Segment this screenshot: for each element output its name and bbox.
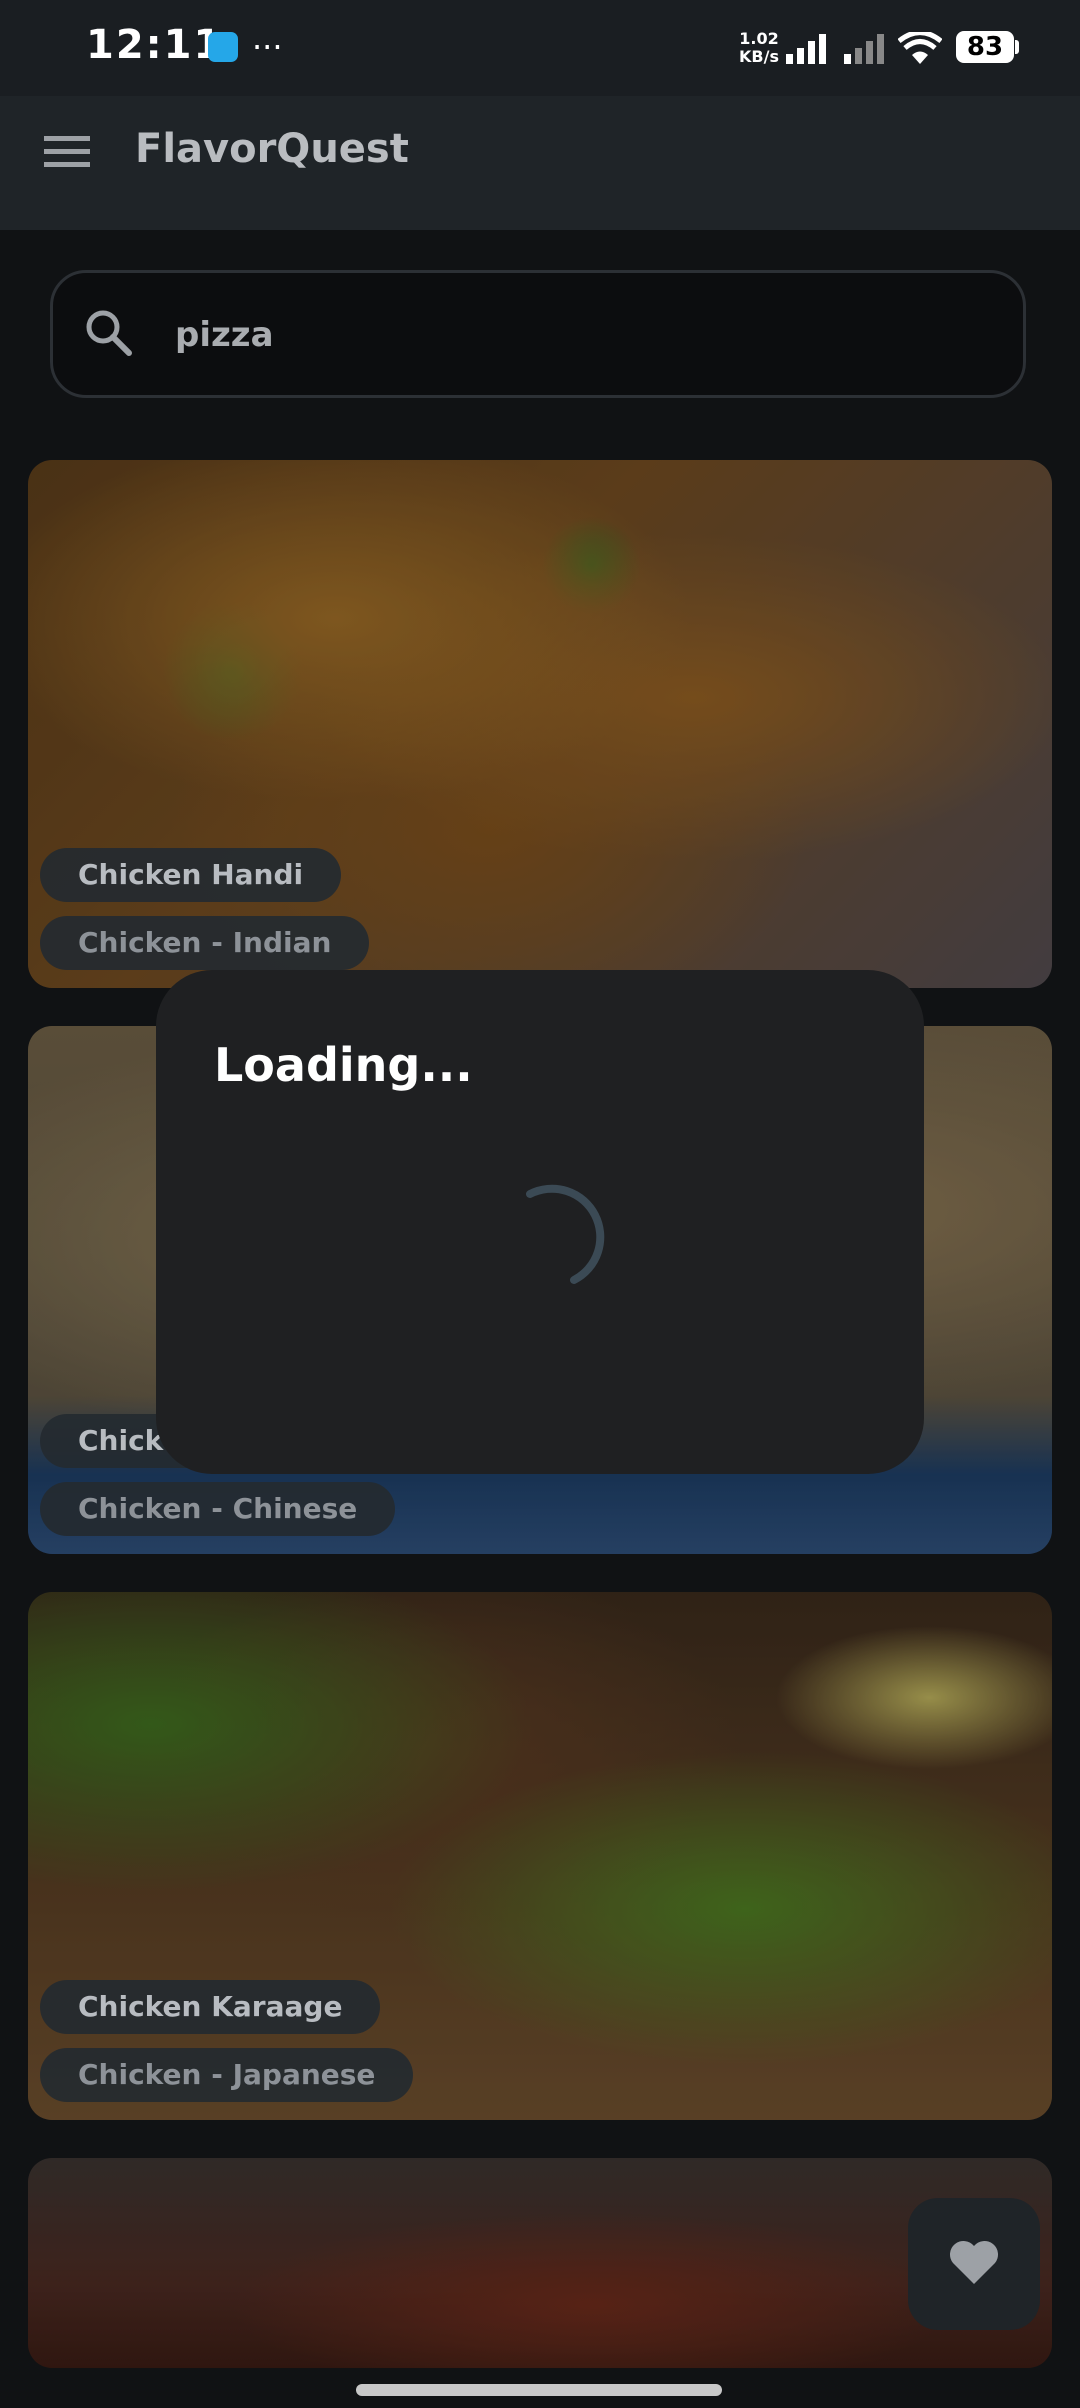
- recipe-category: Chicken - Japanese: [40, 2048, 414, 2102]
- recipe-card[interactable]: Chicken Handi Chicken - Indian: [28, 460, 1052, 988]
- status-bar: 12:11 ··· 1.02 KB/s 83: [0, 0, 1080, 96]
- home-indicator[interactable]: [356, 2384, 722, 2396]
- network-speed-unit: KB/s: [739, 47, 779, 66]
- card-image: [28, 1592, 1052, 2120]
- heart-icon: [949, 2240, 999, 2284]
- recipe-card[interactable]: [28, 2158, 1052, 2368]
- app-notification-icon: [208, 32, 238, 62]
- loading-spinner-icon: [526, 1184, 605, 1284]
- recipe-card[interactable]: Chicken Karaage Chicken - Japanese: [28, 1592, 1052, 2120]
- wifi-icon: [898, 32, 942, 64]
- card-image: [28, 460, 1052, 988]
- network-speed: 1.02 KB/s: [734, 30, 784, 66]
- recipe-category: Chicken - Indian: [40, 916, 370, 970]
- search-query: pizza: [175, 315, 274, 355]
- battery-tip: [1015, 40, 1019, 54]
- favorites-button[interactable]: [908, 2198, 1040, 2330]
- recipe-name: Chicken Karaage: [40, 1980, 381, 2034]
- battery-indicator: 83: [956, 31, 1014, 63]
- more-notifications-icon: ···: [252, 28, 283, 66]
- network-speed-value: 1.02: [739, 29, 779, 48]
- card-image: [28, 2158, 1052, 2368]
- signal-2-icon: [844, 34, 884, 64]
- menu-icon[interactable]: [44, 134, 90, 168]
- app-title: FlavorQuest: [135, 126, 409, 172]
- dialog-title: Loading...: [214, 1038, 473, 1092]
- app-bar: FlavorQuest: [0, 96, 1080, 230]
- recipe-name: Chicken Handi: [40, 848, 342, 902]
- loading-dialog: Loading...: [156, 970, 924, 1474]
- search-icon: [86, 310, 132, 356]
- recipe-category: Chicken - Chinese: [40, 1482, 396, 1536]
- signal-icon: [786, 34, 826, 64]
- status-time: 12:11: [86, 22, 224, 68]
- search-input[interactable]: pizza: [50, 270, 1026, 398]
